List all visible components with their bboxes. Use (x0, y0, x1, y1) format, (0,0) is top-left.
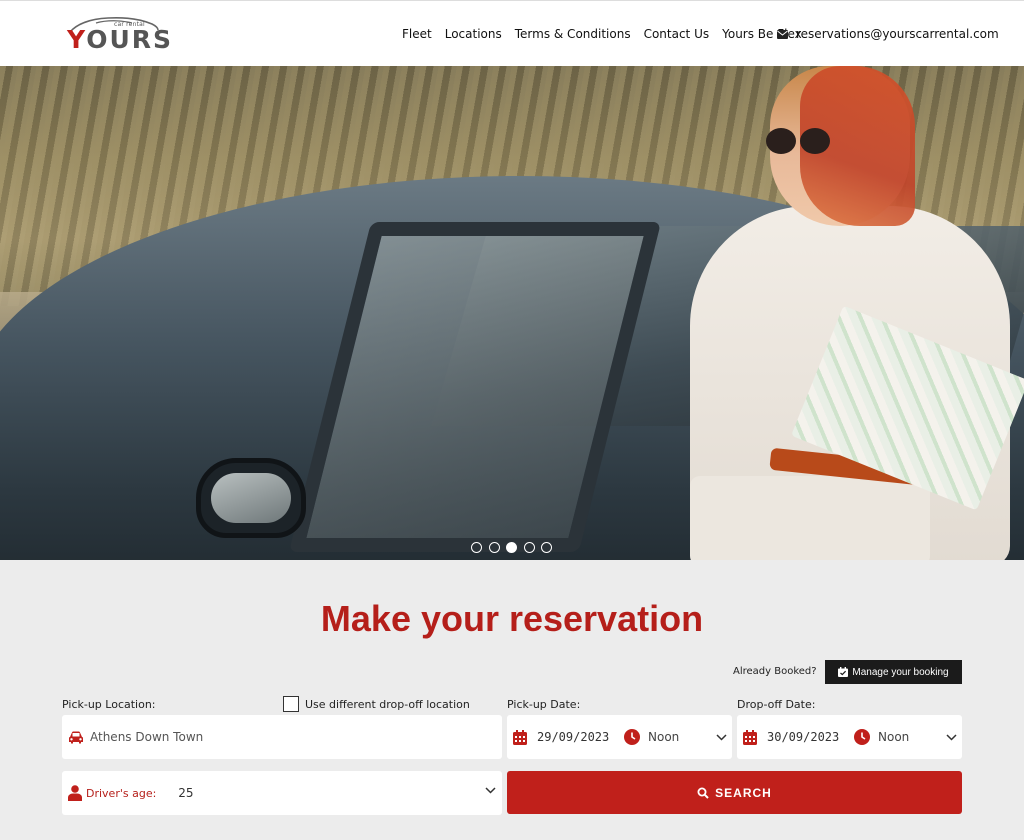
pickup-location-value: Athens Down Town (90, 730, 204, 744)
hero-car-mirror (196, 458, 306, 538)
chevron-down-icon (485, 787, 496, 794)
different-dropoff-checkbox[interactable] (283, 696, 299, 712)
dropoff-date-label: Drop-off Date: (737, 698, 816, 711)
slider-dot-3[interactable] (506, 542, 517, 553)
hero-slider (0, 66, 1024, 560)
pickup-date-label: Pick-up Date: (507, 698, 581, 711)
different-dropoff-label[interactable]: Use different drop-off location (305, 698, 470, 711)
drivers-age-label: Driver's age: (86, 786, 157, 800)
pickup-location-label: Pick-up Location: (62, 698, 156, 711)
nav-locations[interactable]: Locations (445, 27, 502, 41)
dropoff-time-value[interactable]: Noon (878, 730, 938, 744)
clock-icon (854, 729, 870, 745)
already-booked-text: Already Booked? (733, 666, 817, 677)
hero-woman-legs (690, 476, 930, 560)
slider-dot-5[interactable] (541, 542, 552, 553)
search-icon (697, 787, 709, 799)
manage-booking-label: Manage your booking (852, 666, 949, 678)
reservation-title: Make your reservation (320, 598, 704, 639)
site-header: car rental YOURS Fleet Locations Terms &… (0, 0, 1024, 66)
chevron-down-icon[interactable] (716, 733, 727, 741)
slider-dot-1[interactable] (471, 542, 482, 553)
nav-contact[interactable]: Contact Us (644, 27, 710, 41)
calendar-check-icon (838, 667, 849, 677)
nav-fleet[interactable]: Fleet (402, 27, 432, 41)
search-button[interactable]: SEARCH (507, 771, 962, 814)
chevron-down-icon[interactable] (946, 733, 957, 741)
envelope-icon (777, 29, 788, 39)
slider-dots (471, 542, 559, 553)
dropoff-date-field[interactable]: 30/09/2023 Noon (737, 715, 962, 759)
brand-logo[interactable]: car rental YOURS (66, 15, 171, 55)
calendar-icon (513, 729, 527, 745)
slider-dot-2[interactable] (488, 542, 500, 553)
email-link[interactable]: reservations@yourscarrental.com (777, 27, 999, 41)
pickup-date-field[interactable]: 29/09/2023 Noon (507, 715, 732, 759)
search-button-label: SEARCH (715, 785, 772, 800)
clock-icon (624, 729, 640, 745)
drivers-age-value: 25 (178, 786, 194, 800)
calendar-icon (743, 729, 757, 745)
pickup-date-value[interactable]: 29/09/2023 (537, 730, 617, 744)
logo-wordmark: YOURS (67, 26, 173, 54)
slider-dot-4[interactable] (523, 542, 535, 553)
logo-rest: OURS (86, 25, 174, 54)
dropoff-date-value[interactable]: 30/09/2023 (767, 730, 847, 744)
pickup-time-value[interactable]: Noon (648, 730, 708, 744)
main-nav: Fleet Locations Terms & Conditions Conta… (402, 27, 815, 41)
user-icon (68, 785, 82, 801)
nav-terms[interactable]: Terms & Conditions (515, 27, 631, 41)
hero-sunglasses (766, 128, 834, 156)
car-icon (69, 731, 83, 743)
pickup-location-input[interactable]: Athens Down Town (62, 715, 502, 759)
email-address: reservations@yourscarrental.com (796, 27, 999, 41)
drivers-age-select[interactable]: Driver's age: 25 (62, 771, 502, 815)
manage-booking-button[interactable]: Manage your booking (825, 660, 962, 684)
logo-letter: Y (67, 25, 87, 54)
